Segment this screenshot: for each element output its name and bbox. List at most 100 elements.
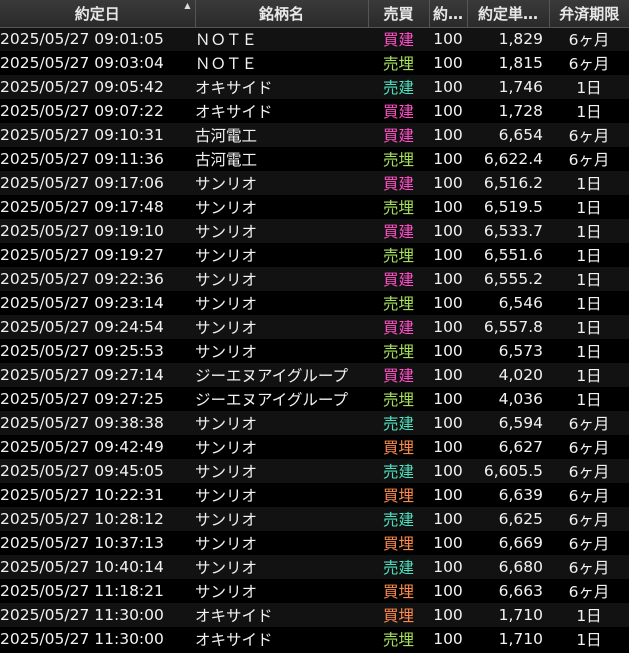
table-row[interactable]: 2025/05/27 09:24:54 サンリオ 買建 100 6,557.8 1日 [0,315,629,339]
stock-name-cell: ＮＯＴＥ [195,31,258,50]
table-row[interactable]: 2025/05/27 09:27:14 ジーエヌアイグループ 買建 100 4,020 1… [0,363,629,387]
settlement-term-cell: 6ヶ月 [568,55,610,73]
table-row[interactable]: 2025/05/27 10:28:12 サンリオ 売建 100 6,625 6ヶ月 [0,507,629,531]
settlement-term-cell: 1日 [576,247,602,265]
quantity-cell: 100 [433,54,463,72]
stock-name-cell: サンリオ [195,175,258,193]
table-row[interactable]: 2025/05/27 09:07:22 オキサイド 買建 100 1,728 1日 [0,99,629,123]
stock-name-cell: サンリオ [195,199,258,217]
unit-price-cell: 1,710 [498,606,543,624]
buy-sell-cell: 買建 [382,31,414,50]
table-row[interactable]: 2025/05/27 10:40:14 サンリオ 売建 100 6,680 6ヶ月 [0,555,629,579]
buy-sell-cell: 売埋 [382,343,414,361]
stock-name-cell: サンリオ [195,223,258,241]
quantity-cell: 100 [433,366,463,384]
trade-datetime-cell: 2025/05/27 09:27:25 [0,390,164,408]
buy-sell-cell: 買建 [382,175,414,193]
buy-sell-cell: 買埋 [382,535,414,553]
settlement-term-cell: 1日 [576,199,602,217]
table-row[interactable]: 2025/05/27 09:11:36 古河電工 売埋 100 6,622.4 6ヶ月 [0,147,629,171]
header-stock-name[interactable]: 銘柄名 [195,0,369,28]
table-row[interactable]: 2025/05/27 11:30:00 オキサイド 売埋 100 1,710 1日 [0,627,629,651]
trade-datetime-cell: 2025/05/27 09:42:49 [0,438,164,456]
unit-price-cell: 1,829 [498,30,543,49]
table-row[interactable]: 2025/05/27 09:03:04 ＮＯＴＥ 売埋 100 1,815 6ヶ月 [0,51,629,75]
quantity-cell: 100 [433,438,463,456]
table-row[interactable]: 2025/05/27 11:18:21 サンリオ 買埋 100 6,663 6ヶ月 [0,579,629,603]
stock-name-cell: オキサイド [195,631,273,649]
stock-name-cell: サンリオ [195,463,258,481]
buy-sell-cell: 売建 [382,79,414,97]
table-row[interactable]: 2025/05/27 09:17:06 サンリオ 買建 100 6,516.2 1日 [0,171,629,195]
quantity-cell: 100 [433,390,463,408]
stock-name-cell: サンリオ [195,439,258,457]
quantity-cell: 100 [433,462,463,480]
settlement-term-cell: 1日 [576,631,602,649]
buy-sell-cell: 売埋 [382,247,414,265]
stock-name-cell: サンリオ [195,415,258,433]
quantity-cell: 100 [433,582,463,600]
settlement-term-cell: 6ヶ月 [568,463,610,481]
stock-name-cell: サンリオ [195,487,258,505]
buy-sell-cell: 売埋 [382,151,414,169]
trade-datetime-cell: 2025/05/27 09:17:48 [0,198,164,216]
unit-price-cell: 6,625 [498,510,543,528]
table-row[interactable]: 2025/05/27 09:10:31 古河電工 買建 100 6,654 6ヶ月 [0,123,629,147]
settlement-term-cell: 1日 [576,223,602,241]
table-row[interactable]: 2025/05/27 10:22:31 サンリオ 買埋 100 6,639 6ヶ月 [0,483,629,507]
table-row[interactable]: 2025/05/27 09:23:14 サンリオ 売埋 100 6,546 1日 [0,291,629,315]
trade-datetime-cell: 2025/05/27 09:38:38 [0,414,164,432]
table-row[interactable]: 2025/05/27 09:42:49 サンリオ 買埋 100 6,627 6ヶ月 [0,435,629,459]
table-header: 約定日 ▲ 銘柄名 売買 約… 約定単… 弁済期限 [0,0,629,28]
table-row[interactable]: 2025/05/27 10:37:13 サンリオ 買埋 100 6,669 6ヶ月 [0,531,629,555]
quantity-cell: 100 [433,318,463,336]
buy-sell-cell: 売建 [382,415,414,433]
settlement-term-cell: 6ヶ月 [568,511,610,529]
buy-sell-cell: 買埋 [382,439,414,457]
table-row[interactable]: 2025/05/27 09:19:10 サンリオ 買建 100 6,533.7 1日 [0,219,629,243]
quantity-cell: 100 [433,486,463,504]
table-row[interactable]: 2025/05/27 09:45:05 サンリオ 売建 100 6,605.5 6ヶ月 [0,459,629,483]
table-row[interactable]: 2025/05/27 09:27:25 ジーエヌアイグループ 売埋 100 4,036 1… [0,387,629,411]
settlement-term-cell: 6ヶ月 [568,487,610,505]
stock-name-cell: サンリオ [195,511,258,529]
trade-datetime-cell: 2025/05/27 09:11:36 [0,150,164,168]
trade-history-table: 約定日 ▲ 銘柄名 売買 約… 約定単… 弁済期限 2025/05/27 09:… [0,0,629,651]
trade-datetime-cell: 2025/05/27 09:05:42 [0,78,164,96]
table-row[interactable]: 2025/05/27 09:25:53 サンリオ 売埋 100 6,573 1日 [0,339,629,363]
header-trade-date[interactable]: 約定日 ▲ [0,0,196,28]
stock-name-cell: サンリオ [195,295,258,313]
buy-sell-cell: 売建 [382,463,414,481]
buy-sell-cell: 売建 [382,559,414,577]
header-quantity[interactable]: 約… [429,0,468,28]
unit-price-cell: 4,020 [498,366,543,384]
trade-datetime-cell: 2025/05/27 10:22:31 [0,486,164,504]
trade-datetime-cell: 2025/05/27 09:19:27 [0,246,164,264]
unit-price-cell: 6,605.5 [483,462,543,480]
quantity-cell: 100 [433,414,463,432]
header-settlement-term[interactable]: 弁済期限 [549,0,629,28]
table-row[interactable]: 2025/05/27 09:19:27 サンリオ 売埋 100 6,551.6 1日 [0,243,629,267]
settlement-term-cell: 1日 [576,607,602,625]
quantity-cell: 100 [433,270,463,288]
trade-datetime-cell: 2025/05/27 09:03:04 [0,54,164,72]
header-buy-sell[interactable]: 売買 [368,0,430,28]
stock-name-cell: サンリオ [195,559,258,577]
table-row[interactable]: 2025/05/27 09:01:05 ＮＯＴＥ 買建 100 1,829 6ヶ月 [0,27,629,51]
table-row[interactable]: 2025/05/27 11:30:00 オキサイド 買埋 100 1,710 1日 [0,603,629,627]
table-row[interactable]: 2025/05/27 09:38:38 サンリオ 売建 100 6,594 6ヶ月 [0,411,629,435]
quantity-cell: 100 [433,198,463,216]
unit-price-cell: 6,555.2 [483,270,543,288]
quantity-cell: 100 [433,246,463,264]
header-unit-price[interactable]: 約定単… [467,0,550,28]
table-row[interactable]: 2025/05/27 09:17:48 サンリオ 売埋 100 6,519.5 1日 [0,195,629,219]
quantity-cell: 100 [433,174,463,192]
quantity-cell: 100 [433,534,463,552]
trade-datetime-cell: 2025/05/27 09:24:54 [0,318,164,336]
table-row[interactable]: 2025/05/27 09:22:36 サンリオ 買建 100 6,555.2 1日 [0,267,629,291]
table-row[interactable]: 2025/05/27 09:05:42 オキサイド 売建 100 1,746 1日 [0,75,629,99]
trade-datetime-cell: 2025/05/27 09:25:53 [0,342,164,360]
settlement-term-cell: 6ヶ月 [568,151,610,169]
settlement-term-cell: 1日 [576,103,602,121]
unit-price-cell: 6,557.8 [483,318,543,336]
